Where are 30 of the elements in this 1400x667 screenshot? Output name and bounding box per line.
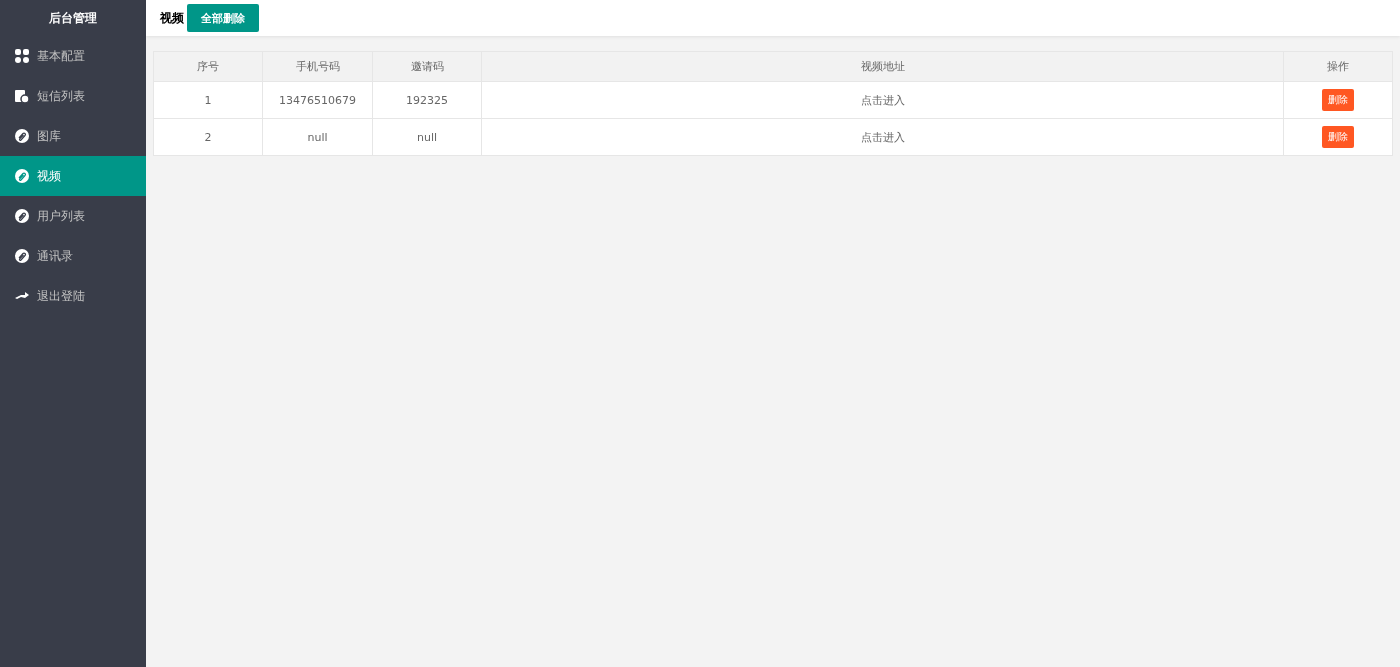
- page-title: 视频: [160, 9, 184, 27]
- sidebar-item[interactable]: 用户列表: [0, 196, 146, 236]
- column-header: 操作: [1283, 51, 1393, 82]
- sidebar-item[interactable]: 短信列表: [0, 76, 146, 116]
- column-header: 邀请码: [372, 51, 482, 82]
- paperclip-icon: [15, 169, 29, 183]
- table-cell: 2: [153, 118, 263, 156]
- table-cell: 1: [153, 81, 263, 119]
- sidebar-item[interactable]: 视频: [0, 156, 146, 196]
- paperclip-icon: [15, 249, 29, 263]
- table-cell: null: [262, 118, 373, 156]
- logout-icon: [15, 292, 29, 300]
- delete-all-button[interactable]: 全部删除: [187, 4, 259, 32]
- column-header: 序号: [153, 51, 263, 82]
- column-header: 手机号码: [262, 51, 373, 82]
- calendar-clock-icon: [15, 89, 29, 103]
- sidebar-item[interactable]: 图库: [0, 116, 146, 156]
- sidebar-title: 后台管理: [49, 9, 97, 27]
- column-header: 视频地址: [481, 51, 1284, 82]
- table-cell: 点击进入: [481, 118, 1284, 156]
- sidebar-item[interactable]: 退出登陆: [0, 276, 146, 316]
- table-cell: 192325: [372, 81, 482, 119]
- table-cell: 点击进入: [481, 81, 1284, 119]
- table-cell: 13476510679: [262, 81, 373, 119]
- paperclip-icon: [15, 209, 29, 223]
- table-cell: null: [372, 118, 482, 156]
- sidebar-item[interactable]: 通讯录: [0, 236, 146, 276]
- sidebar-item[interactable]: 基本配置: [0, 36, 146, 76]
- paperclip-icon: [15, 129, 29, 143]
- grid-icon: [15, 49, 29, 63]
